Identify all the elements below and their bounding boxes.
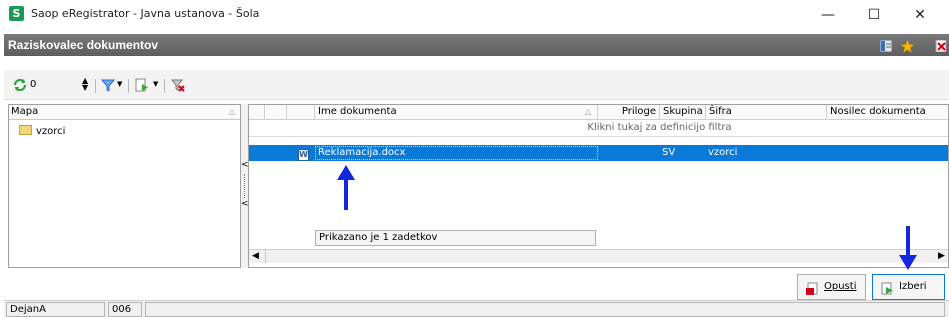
title-bar: S Saop eRegistrator - Javna ustanova - Š… (0, 0, 949, 31)
maximize-button[interactable]: ☐ (851, 2, 897, 28)
cancel-button-label: Opusti (824, 281, 857, 292)
status-code: 006 (108, 302, 142, 317)
pane-splitter[interactable]: < < (241, 104, 249, 268)
panel-header: Raziskovalec dokumentov (4, 34, 949, 56)
status-message (145, 302, 945, 317)
folder-tree: Mapa △ vzorci (8, 104, 241, 268)
scroll-divider (265, 250, 266, 263)
horizontal-scrollbar[interactable]: ◀ ▶ (249, 249, 948, 263)
layout-icon[interactable] (879, 39, 893, 53)
status-bar: DejanA 006 (4, 300, 949, 317)
app-logo-icon: S (9, 6, 24, 21)
grid-header-code[interactable]: Šifra (706, 105, 827, 120)
splitter-grip (244, 174, 245, 198)
code-cell: vzorci (708, 147, 738, 158)
grid-header-blank[interactable] (265, 105, 287, 120)
scroll-left-icon[interactable]: ◀ (252, 251, 259, 261)
clear-filter-icon[interactable] (170, 78, 185, 95)
counter-spinner[interactable]: ▲ ▼ (82, 77, 88, 92)
toolbar-separator (128, 79, 129, 93)
filter-icon[interactable] (100, 78, 116, 95)
annotation-arrow-up-icon (337, 165, 355, 210)
window-title: Saop eRegistrator - Javna ustanova - Šol… (31, 7, 260, 20)
sort-icon: △ (584, 107, 591, 116)
folder-icon (19, 125, 32, 135)
refresh-icon[interactable] (13, 78, 27, 95)
tree-item-label: vzorci (36, 126, 66, 137)
cancel-button[interactable]: Opusti (797, 274, 866, 300)
grid-header-select[interactable] (249, 105, 265, 120)
folder-column-header[interactable]: Mapa △ (9, 105, 240, 120)
close-panel-icon[interactable] (935, 39, 947, 53)
grid-header-group[interactable]: Skupina (660, 105, 706, 120)
scroll-right-icon[interactable]: ▶ (938, 251, 945, 261)
grid-header-name-label: Ime dokumenta (318, 106, 397, 117)
toolbar-separator (164, 79, 165, 93)
select-button-label: Izberi (899, 281, 927, 292)
sort-icon: △ (228, 107, 235, 116)
export-icon[interactable] (135, 78, 149, 95)
select-icon (881, 281, 894, 295)
folder-column-label: Mapa (11, 106, 39, 117)
toolbar: 0 ▲ ▼ ▼ ▼ (4, 70, 949, 100)
status-user: DejanA (6, 302, 105, 317)
cancel-icon (806, 281, 819, 295)
minimize-button[interactable]: — (805, 2, 851, 28)
filter-dropdown-icon[interactable]: ▼ (117, 80, 122, 88)
toolbar-separator (95, 79, 96, 93)
annotation-arrow-down-icon (899, 226, 917, 270)
grid-header-holder[interactable]: Nosilec dokumenta (827, 105, 948, 120)
word-doc-icon: W (298, 149, 309, 161)
results-count: Prikazano je 1 zadetkov (315, 230, 596, 246)
counter-value[interactable]: 0 (30, 79, 36, 90)
document-name-cell: Reklamacija.docx (318, 147, 406, 158)
grid-header-name[interactable]: Ime dokumenta △ (315, 105, 598, 120)
grid-header-attachments[interactable]: Priloge (598, 105, 660, 120)
table-row[interactable]: W Reklamacija.docx SV vzorci (249, 145, 948, 161)
panel-title: Raziskovalec dokumentov (8, 38, 159, 52)
select-button[interactable]: Izberi (872, 274, 945, 300)
tree-item-folder[interactable]: vzorci (19, 125, 65, 139)
export-dropdown-icon[interactable]: ▼ (153, 80, 158, 88)
close-button[interactable]: ✕ (897, 2, 943, 28)
favorite-star-icon[interactable] (900, 39, 915, 54)
grid-header-icon[interactable] (287, 105, 315, 120)
filter-definition-row[interactable]: Klikni tukaj za definicijo filtra (249, 120, 948, 137)
group-cell: SV (662, 147, 676, 158)
